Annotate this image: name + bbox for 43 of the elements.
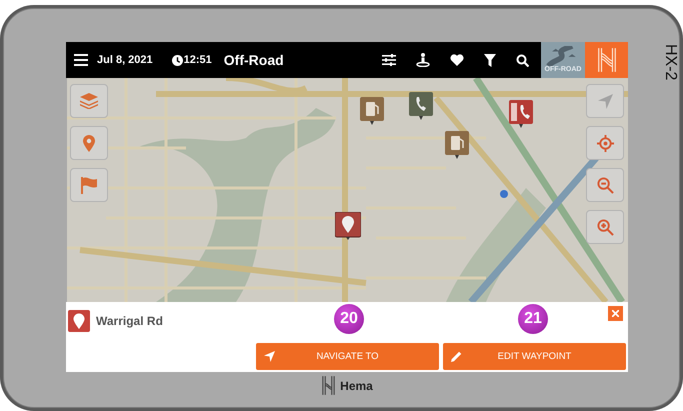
flag-button[interactable] — [70, 168, 108, 202]
logo-tile[interactable] — [585, 42, 628, 78]
map-pin-icon — [83, 134, 95, 152]
close-icon — [612, 310, 619, 317]
edit-button[interactable]: EDIT WAYPOINT — [443, 343, 626, 370]
menu-icon[interactable] — [74, 54, 88, 66]
callout-badge: 20 — [334, 304, 364, 334]
zoom-out-icon — [596, 176, 614, 194]
close-button[interactable] — [608, 306, 623, 321]
crosshair-button[interactable] — [586, 126, 624, 160]
layers-button[interactable] — [70, 84, 108, 118]
fuel-pump-marker[interactable] — [445, 131, 469, 159]
location-pin-button[interactable] — [70, 126, 108, 160]
callout-badge: 21 — [518, 304, 548, 334]
crosshair-icon — [596, 134, 614, 152]
heart-icon[interactable] — [450, 54, 464, 66]
search-icon[interactable] — [516, 54, 529, 66]
zoom-in-button[interactable] — [586, 210, 624, 244]
location-name: Warrigal Rd — [96, 314, 163, 328]
sos-phone-marker[interactable] — [509, 100, 533, 128]
clock-icon — [172, 54, 183, 66]
waypoint-marker[interactable] — [335, 212, 361, 240]
navigate-button[interactable]: NAVIGATE TO — [256, 343, 439, 370]
brand-name: Hema — [340, 378, 373, 392]
screen-title: Off-Road — [224, 52, 284, 68]
h-logo-icon — [321, 376, 336, 395]
h-logo-icon — [596, 47, 618, 73]
zoom-in-icon — [596, 218, 614, 236]
filter-icon[interactable] — [484, 54, 496, 66]
fuel-pump-marker[interactable] — [360, 97, 384, 125]
arrow-icon — [598, 94, 612, 108]
flag-icon — [81, 176, 97, 194]
sliders-icon[interactable] — [382, 54, 396, 66]
model-label: HX-2 — [661, 43, 679, 82]
time-label: 12:51 — [184, 54, 212, 66]
date-label: Jul 8, 2021 — [97, 54, 153, 66]
current-location-dot — [500, 190, 508, 198]
phone-marker[interactable] — [409, 92, 433, 120]
zoom-out-button[interactable] — [586, 168, 624, 202]
person-pin-icon[interactable] — [416, 53, 430, 67]
layers-icon — [80, 93, 98, 109]
pencil-icon — [451, 351, 462, 362]
navigation-arrow-icon — [264, 351, 275, 362]
